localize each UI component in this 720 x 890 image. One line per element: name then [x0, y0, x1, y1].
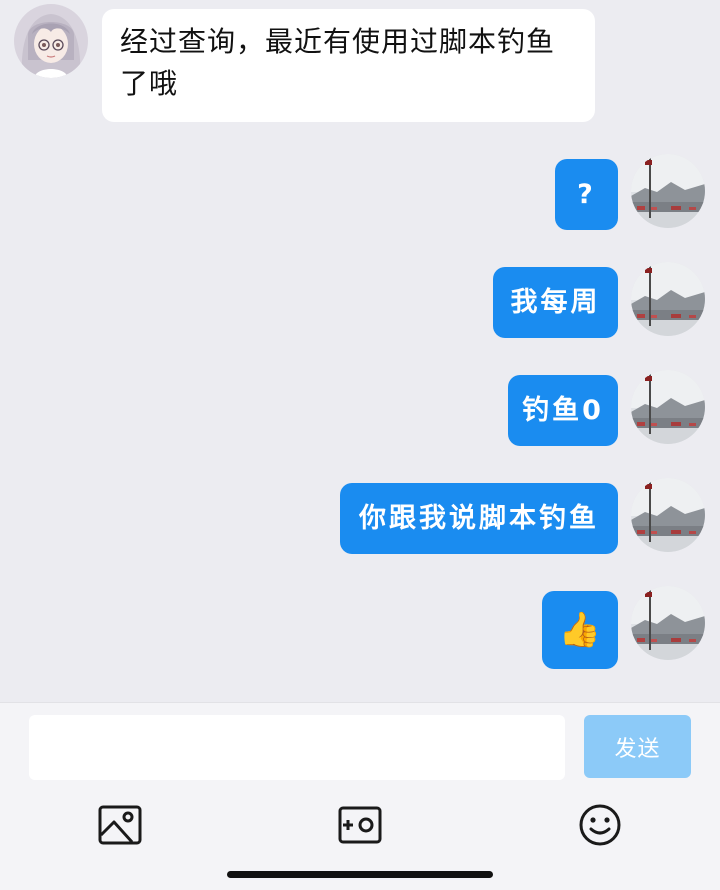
message-bubble[interactable]: 👍	[542, 591, 618, 669]
message-text: 经过查询，最近有使用过脚本钓鱼了哦	[120, 25, 556, 100]
home-indicator[interactable]	[227, 871, 493, 878]
message-outgoing: 你跟我说脚本钓鱼	[0, 474, 720, 564]
message-outgoing: 钓鱼0	[0, 366, 720, 456]
landscape-avatar[interactable]	[631, 154, 705, 228]
message-text: ?	[577, 179, 596, 210]
chat-screen: 经过查询，最近有使用过脚本钓鱼了哦 ? 我每周 钓鱼0 你跟我说脚本钓鱼 👍 发…	[0, 0, 720, 890]
message-text: 我每周	[510, 287, 601, 318]
message-outgoing: ?	[0, 150, 720, 240]
message-outgoing: 👍	[0, 582, 720, 682]
message-incoming: 经过查询，最近有使用过脚本钓鱼了哦	[0, 0, 720, 130]
message-bubble[interactable]: ?	[555, 159, 618, 230]
send-button-label: 发送	[614, 736, 661, 762]
send-button[interactable]: 发送	[584, 715, 691, 778]
message-bubble[interactable]: 钓鱼0	[508, 375, 618, 446]
message-bubble[interactable]: 经过查询，最近有使用过脚本钓鱼了哦	[102, 9, 595, 122]
message-input[interactable]	[29, 715, 565, 780]
message-bubble[interactable]: 你跟我说脚本钓鱼	[340, 483, 618, 554]
message-text: 钓鱼0	[522, 395, 604, 426]
photo-camera-icon[interactable]	[338, 803, 382, 847]
message-bubble[interactable]: 我每周	[493, 267, 618, 338]
anime-girl-avatar[interactable]	[14, 4, 88, 78]
landscape-avatar[interactable]	[631, 586, 705, 660]
emoji-icon[interactable]	[578, 803, 622, 847]
composer: 发送	[0, 702, 720, 890]
message-outgoing: 我每周	[0, 258, 720, 348]
landscape-avatar[interactable]	[631, 370, 705, 444]
message-text: 你跟我说脚本钓鱼	[359, 503, 599, 534]
landscape-avatar[interactable]	[631, 262, 705, 336]
thumbs-up-emoji: 👍	[558, 609, 602, 650]
landscape-avatar[interactable]	[631, 478, 705, 552]
image-icon[interactable]	[98, 803, 142, 847]
